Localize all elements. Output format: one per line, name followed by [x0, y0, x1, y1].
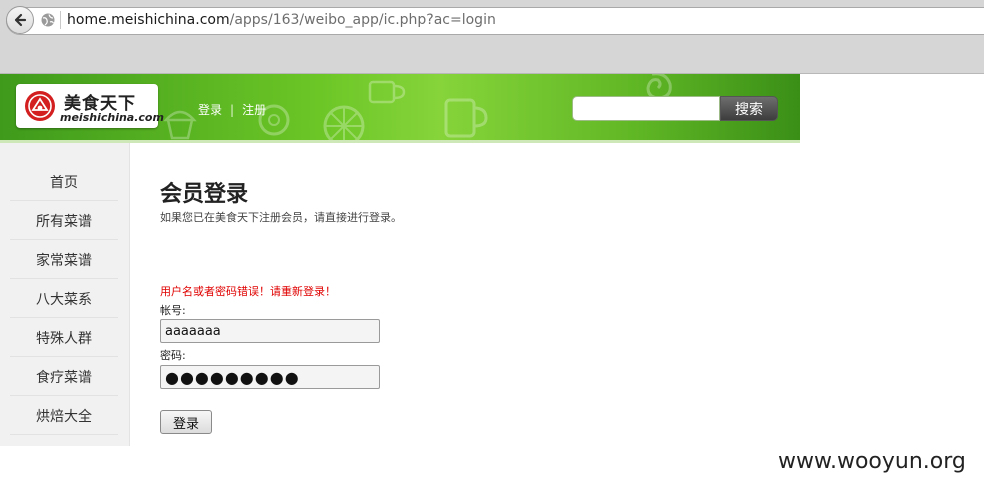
sidebar-item-special-groups[interactable]: 特殊人群: [10, 319, 118, 357]
sidebar-item-all-recipes[interactable]: 所有菜谱: [10, 202, 118, 240]
back-arrow-icon: [14, 13, 27, 27]
password-label: 密码:: [160, 349, 186, 362]
url-divider: [60, 11, 61, 29]
mug-icon: [444, 98, 488, 138]
browser-toolbar: home.meishichina.com/apps/163/weibo_app/…: [0, 0, 984, 74]
error-message: 用户名或者密码错误！请重新登录！: [160, 285, 336, 298]
page-subtitle: 如果您已在美食天下注册会员，请直接进行登录。: [160, 211, 402, 224]
lemon-slice-icon: [323, 105, 365, 140]
globe-icon: [41, 13, 55, 27]
login-button[interactable]: 登录: [160, 410, 212, 434]
sidebar-item-diet-therapy[interactable]: 食疗菜谱: [10, 358, 118, 396]
account-field[interactable]: [160, 319, 380, 343]
sidebar-item-eight-cuisines[interactable]: 八大菜系: [10, 280, 118, 318]
url-text[interactable]: home.meishichina.com/apps/163/weibo_app/…: [67, 12, 496, 28]
sidebar-item-home-cooking[interactable]: 家常菜谱: [10, 241, 118, 279]
url-path: /apps/163/weibo_app/ic.php?ac=login: [229, 12, 496, 28]
sidebar-item-home[interactable]: 首页: [10, 163, 118, 201]
search-button[interactable]: 搜索: [720, 96, 778, 121]
search-input[interactable]: [572, 96, 720, 121]
login-link[interactable]: 登录: [198, 103, 222, 117]
logo-badge-icon: [25, 91, 55, 121]
page-title: 会员登录: [160, 182, 249, 207]
register-link[interactable]: 注册: [242, 103, 266, 117]
back-button[interactable]: [6, 6, 34, 34]
logo-english-text: meishichina.com: [60, 111, 164, 124]
cup-icon: [368, 80, 406, 104]
site-header: 美食天下 meishichina.com 登录 | 注册 搜索: [0, 74, 800, 140]
site-logo[interactable]: 美食天下 meishichina.com: [16, 84, 164, 128]
cupcake-icon: [163, 110, 197, 140]
link-separator: |: [230, 103, 235, 117]
password-field[interactable]: [160, 365, 380, 389]
sidebar: 首页 所有菜谱 家常菜谱 八大菜系 特殊人群 食疗菜谱 烘焙大全: [0, 143, 130, 446]
watermark: www.wooyun.org: [778, 449, 966, 474]
sidebar-item-baking[interactable]: 烘焙大全: [10, 397, 118, 435]
url-host: home.meishichina.com: [67, 12, 230, 28]
account-label: 帐号:: [160, 304, 186, 317]
header-links: 登录 | 注册: [198, 101, 266, 118]
